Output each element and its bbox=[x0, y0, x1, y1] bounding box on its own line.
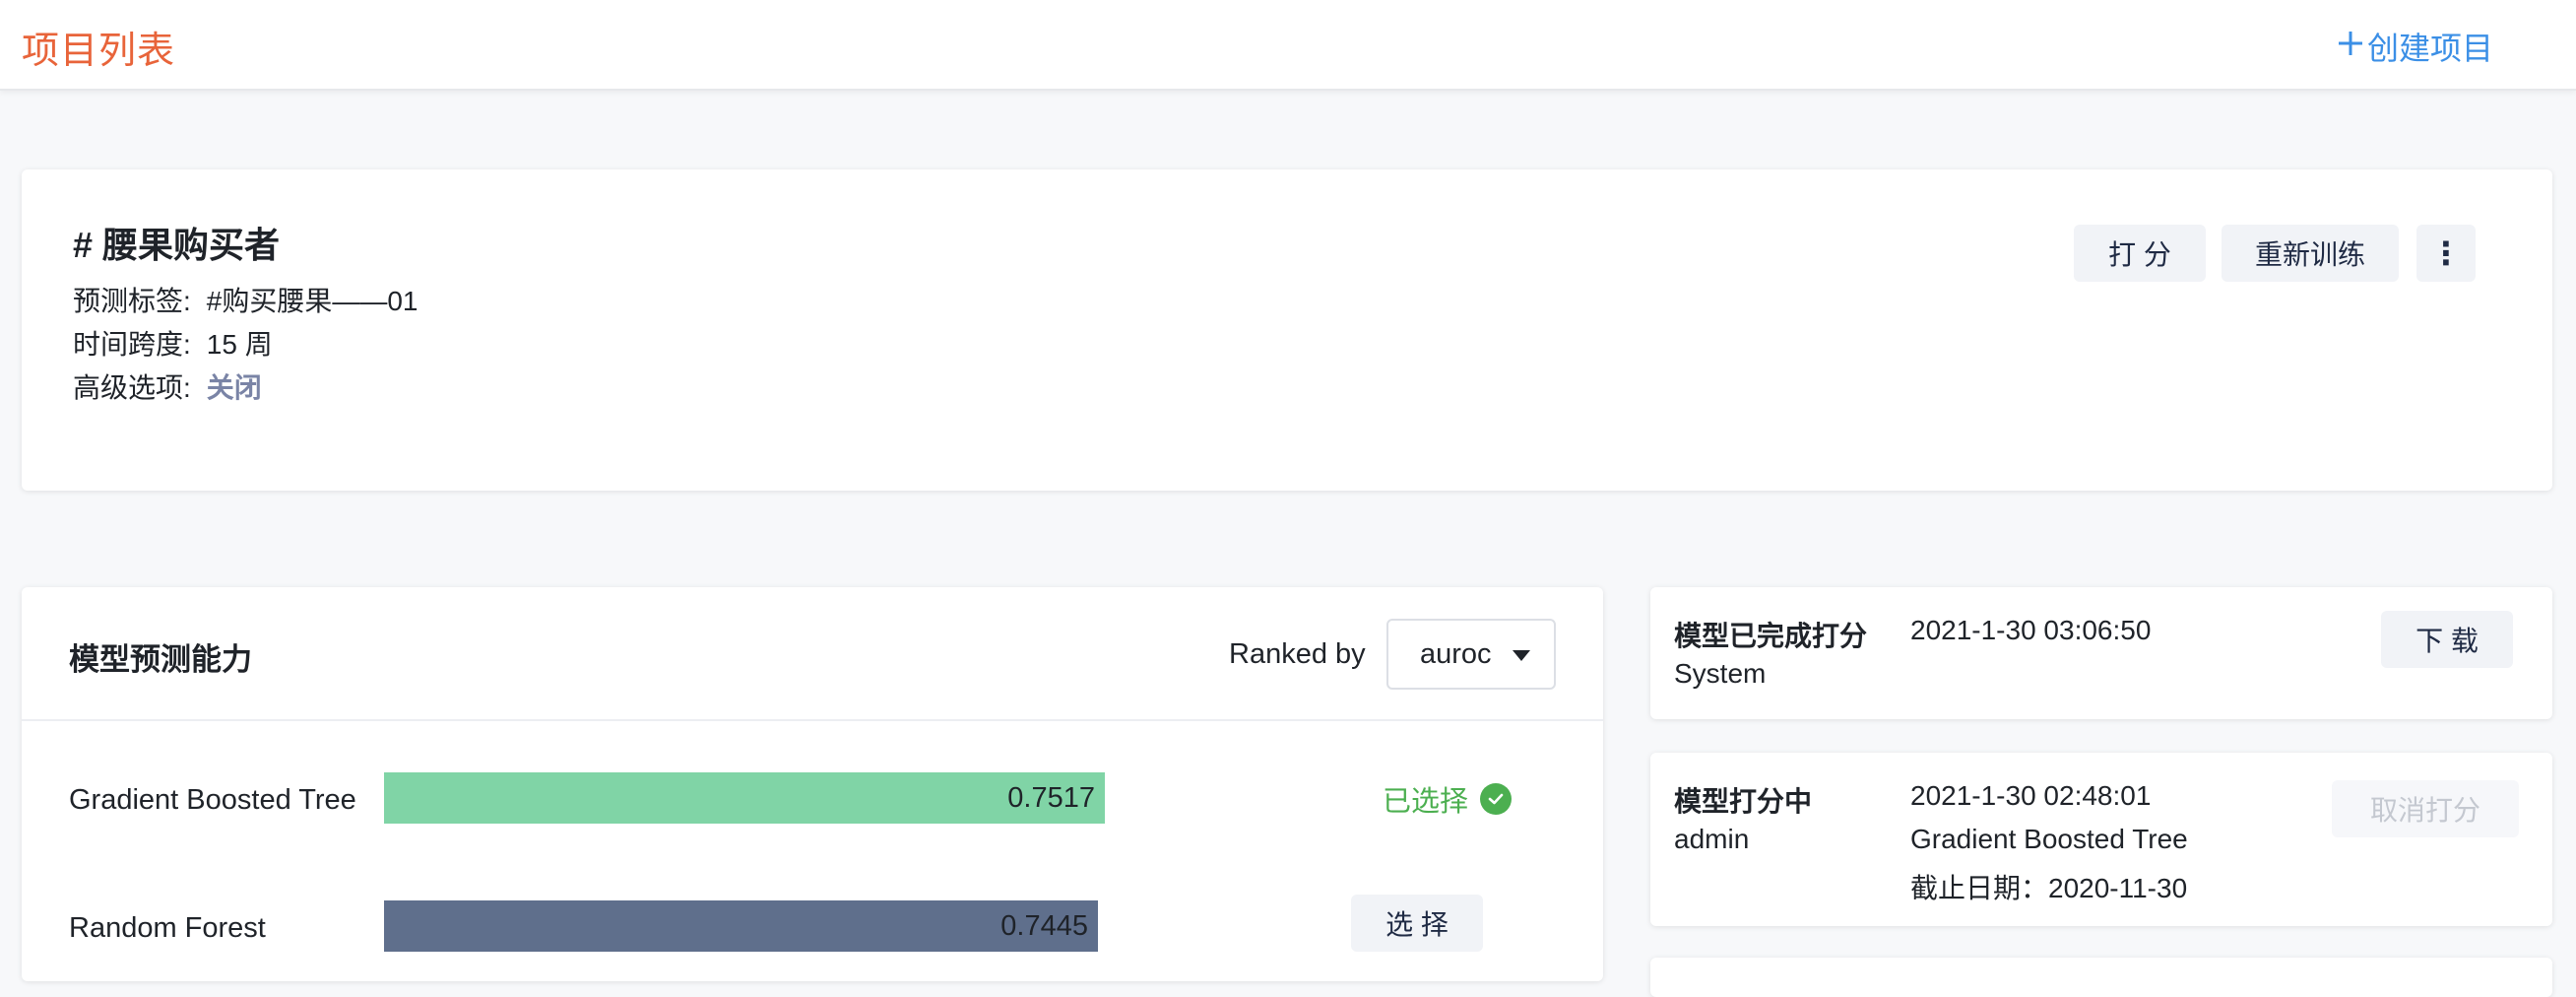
retrain-button[interactable]: 重新训练 bbox=[2222, 225, 2399, 282]
activity-card bbox=[1650, 958, 2552, 997]
activity-card: 模型打分中 2021-1-30 02:48:01 admin Gradient … bbox=[1650, 753, 2552, 926]
activity-card: 模型已完成打分 2021-1-30 03:06:50 System 下 载 bbox=[1650, 587, 2552, 719]
score-bar: 0.7445 bbox=[384, 900, 1098, 952]
selected-label: 已选择 bbox=[1383, 786, 1469, 818]
cancel-scoring-button[interactable]: 取消打分 bbox=[2332, 780, 2519, 837]
score-bar: 0.7517 bbox=[384, 772, 1105, 824]
select-model-button[interactable]: 选 择 bbox=[1351, 895, 1483, 952]
page-title: 项目列表 bbox=[22, 31, 176, 72]
project-field-advanced: 高级选项: 关闭 bbox=[73, 366, 262, 406]
create-project-label: 创建项目 bbox=[2367, 31, 2494, 66]
model-name: Random Forest bbox=[69, 912, 266, 944]
activity-user: System bbox=[1674, 658, 1767, 689]
top-bar: 项目列表 创建项目 bbox=[0, 0, 2576, 91]
model-row: Gradient Boosted Tree 0.7517 已选择 bbox=[22, 772, 1603, 831]
project-field-label-target: 预测标签: #购买腰果——01 bbox=[73, 280, 419, 319]
field-label: 高级选项: bbox=[73, 372, 191, 403]
score-value: 0.7517 bbox=[1007, 781, 1095, 814]
field-value: 15 周 bbox=[206, 329, 273, 360]
field-value: #购买腰果——01 bbox=[206, 286, 419, 316]
activity-title: 模型打分中 bbox=[1674, 786, 1813, 817]
field-label: 时间跨度: bbox=[73, 329, 191, 360]
activity-time: 2021-1-30 02:48:01 bbox=[1910, 780, 2152, 811]
ranked-by-label: Ranked by bbox=[1229, 638, 1366, 670]
check-circle-icon bbox=[1480, 783, 1513, 815]
activity-time: 2021-1-30 03:06:50 bbox=[1910, 615, 2152, 645]
model-card-title: 模型预测能力 bbox=[69, 642, 252, 677]
model-row: Random Forest 0.7445 选 择 bbox=[22, 895, 1603, 960]
ranked-by-select[interactable]: auroc bbox=[1386, 619, 1556, 690]
field-label: 预测标签: bbox=[73, 286, 191, 316]
ranked-by-value: auroc bbox=[1420, 637, 1492, 670]
activity-title: 模型已完成打分 bbox=[1674, 621, 1868, 651]
activity-user: admin bbox=[1674, 824, 1750, 854]
score-button[interactable]: 打 分 bbox=[2074, 225, 2206, 282]
project-field-timespan: 时间跨度: 15 周 bbox=[73, 323, 273, 363]
model-performance-card: 模型预测能力 Ranked by auroc Gradient Boosted … bbox=[22, 587, 1603, 981]
activity-model: Gradient Boosted Tree bbox=[1910, 824, 2188, 854]
project-title: # 腰果购买者 bbox=[73, 225, 281, 265]
model-card-header: 模型预测能力 Ranked by auroc bbox=[22, 587, 1603, 721]
plus-icon bbox=[2336, 26, 2365, 67]
download-button[interactable]: 下 载 bbox=[2381, 611, 2513, 668]
caret-down-icon bbox=[1513, 650, 1530, 661]
more-vertical-icon[interactable]: ⋮ bbox=[2416, 225, 2476, 282]
advanced-options-toggle[interactable]: 关闭 bbox=[207, 366, 262, 406]
score-value: 0.7445 bbox=[1000, 909, 1088, 942]
model-name: Gradient Boosted Tree bbox=[69, 784, 356, 816]
create-project-button[interactable]: 创建项目 bbox=[2336, 24, 2493, 69]
activity-deadline: 截止日期：2020-11-30 bbox=[1910, 873, 2188, 903]
selected-status: 已选择 bbox=[1383, 778, 1513, 820]
project-card: # 腰果购买者 预测标签: #购买腰果——01 时间跨度: 15 周 高级选项:… bbox=[22, 169, 2552, 491]
